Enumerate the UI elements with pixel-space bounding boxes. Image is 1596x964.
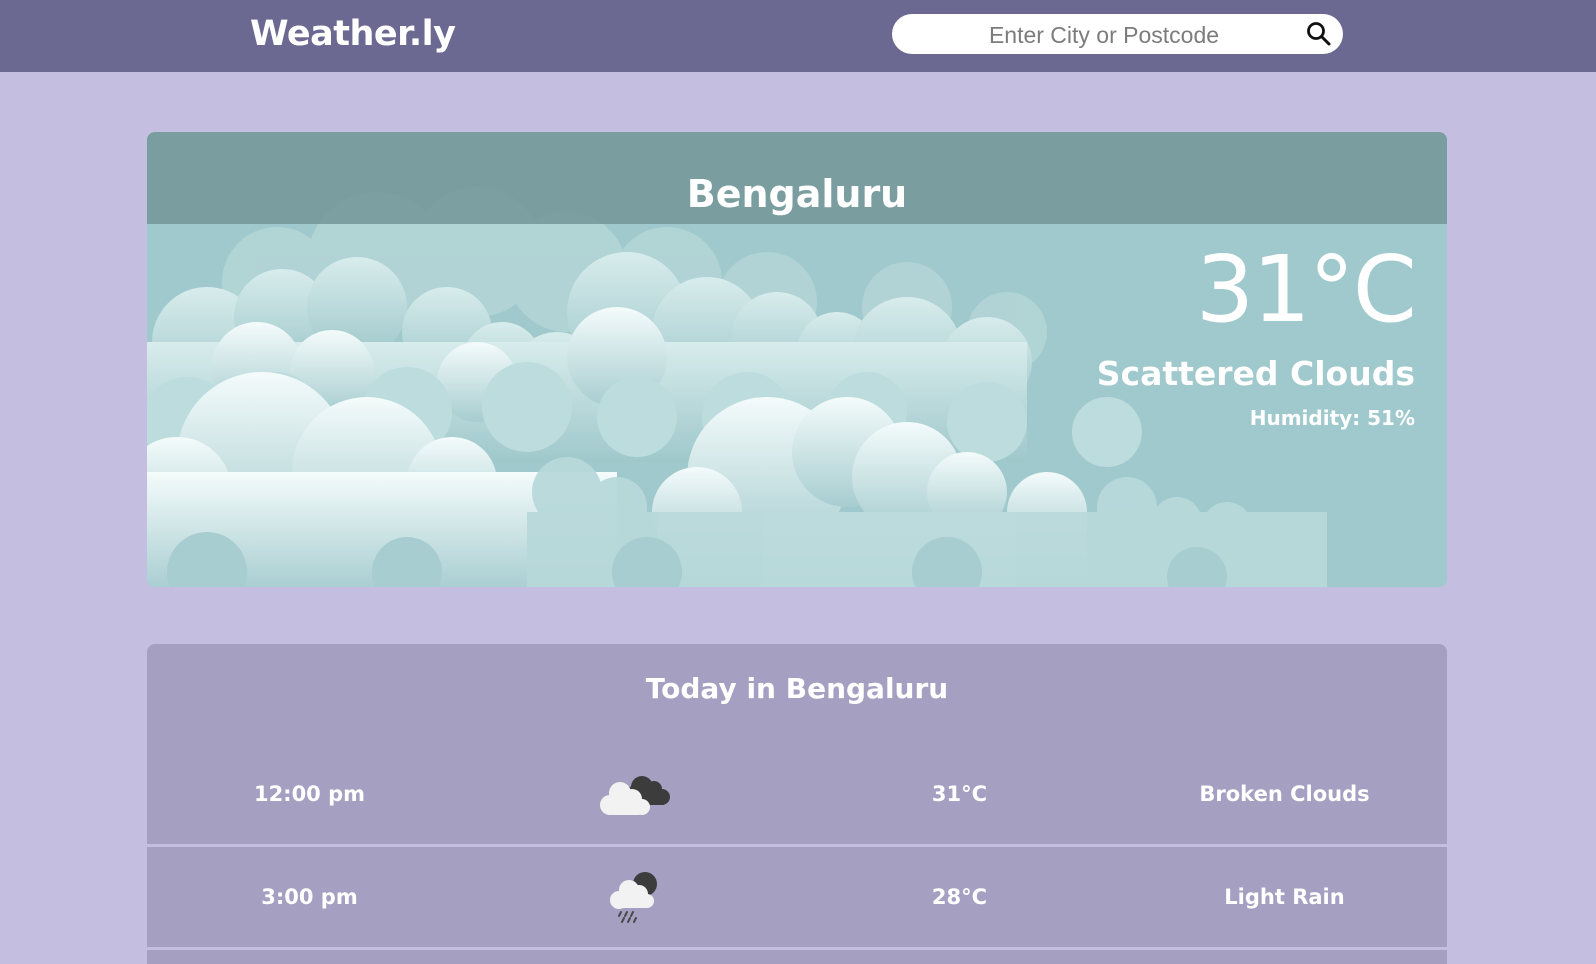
forecast-time: 3:00 pm bbox=[261, 885, 358, 909]
today-forecast-panel: Today in Bengaluru 12:00 pm 31°C Broken … bbox=[147, 644, 1447, 964]
forecast-row: 12:00 pm 31°C Broken Clouds bbox=[147, 744, 1447, 847]
search-box bbox=[892, 14, 1343, 56]
forecast-description: Broken Clouds bbox=[1199, 782, 1370, 806]
broken-clouds-icon bbox=[472, 744, 797, 844]
today-title: Today in Bengaluru bbox=[645, 672, 949, 705]
search-icon[interactable] bbox=[1303, 18, 1335, 50]
light-rain-icon bbox=[472, 847, 797, 947]
current-humidity: Humidity: 51% bbox=[1249, 406, 1415, 430]
forecast-time: 12:00 pm bbox=[253, 782, 366, 806]
app-logo[interactable]: Weather.ly bbox=[250, 14, 456, 54]
forecast-temp: 31°C bbox=[931, 782, 988, 806]
current-weather-card: Bengaluru 31°C Scattered Clouds Humidity… bbox=[147, 132, 1447, 587]
forecast-temp: 28°C bbox=[931, 885, 988, 909]
forecast-description: Light Rain bbox=[1224, 885, 1345, 909]
forecast-row: 3:00 pm 28°C Light Rain bbox=[147, 847, 1447, 950]
top-navbar: Weather.ly bbox=[0, 0, 1596, 72]
current-temperature: 31°C bbox=[1195, 236, 1417, 343]
city-name: Bengaluru bbox=[686, 172, 908, 216]
current-condition: Scattered Clouds bbox=[1096, 354, 1415, 393]
search-input[interactable] bbox=[912, 14, 1296, 56]
